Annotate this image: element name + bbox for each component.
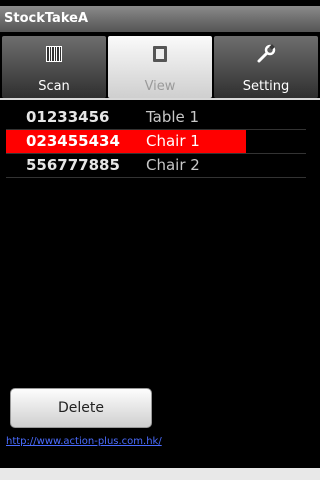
item-name: Table 1 — [146, 108, 200, 126]
bottom-bar — [0, 468, 320, 480]
app-title: StockTakeA — [4, 11, 88, 26]
tab-setting[interactable]: Setting — [214, 36, 318, 98]
tab-bar: Scan View Setting — [0, 36, 320, 98]
tab-view[interactable]: View — [108, 36, 212, 98]
item-code: 556777885 — [26, 156, 120, 174]
wrench-icon — [257, 44, 276, 63]
tab-scan[interactable]: Scan — [2, 36, 106, 98]
app-title-bar: StockTakeA — [0, 6, 320, 32]
list-item-selected[interactable]: 023455434 Chair 1 — [6, 130, 306, 154]
tab-scan-label: Scan — [38, 79, 70, 94]
list-item[interactable]: 01233456 Table 1 — [6, 106, 306, 130]
list-item[interactable]: 556777885 Chair 2 — [6, 154, 306, 178]
delete-button[interactable]: Delete — [10, 388, 152, 428]
tab-setting-label: Setting — [242, 79, 290, 94]
item-code: 01233456 — [26, 108, 110, 126]
item-name: Chair 1 — [146, 132, 200, 150]
stock-list: 01233456 Table 1 023455434 Chair 1 55677… — [6, 106, 306, 178]
website-link[interactable]: http://www.action-plus.com.hk/ — [6, 436, 162, 447]
barcode-icon — [46, 46, 62, 62]
item-code: 023455434 — [26, 132, 120, 150]
tab-divider — [0, 98, 320, 100]
item-name: Chair 2 — [146, 156, 200, 174]
view-icon — [153, 46, 167, 62]
tab-view-label: View — [144, 79, 176, 94]
